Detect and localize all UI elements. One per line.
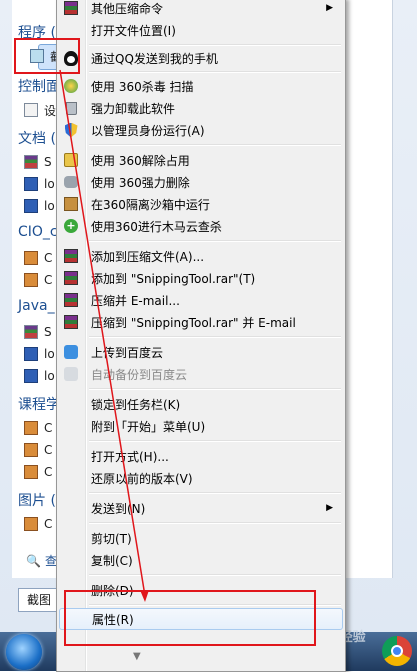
annotation-arrow <box>59 69 149 602</box>
